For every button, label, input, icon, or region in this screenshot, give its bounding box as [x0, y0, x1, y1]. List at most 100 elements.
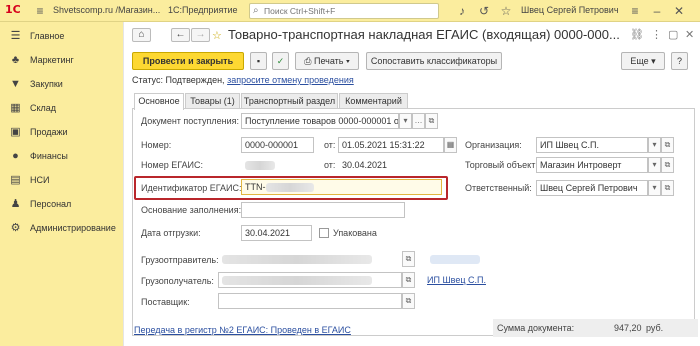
link-icon[interactable]: ⛓	[630, 28, 644, 41]
bell-icon[interactable]: ♪	[455, 4, 469, 18]
hamburger-icon[interactable]: ≡	[33, 4, 47, 18]
person-icon: ♟	[10, 198, 21, 210]
dropdown-icon[interactable]: ▾	[648, 137, 661, 153]
egais-id-field[interactable]: TTN-	[241, 179, 442, 195]
tab-goods[interactable]: Товары (1)	[185, 93, 240, 109]
minimize-icon[interactable]: –	[650, 4, 664, 18]
1c-logo-icon: 1С	[5, 3, 21, 16]
cancel-posting-link[interactable]: запросите отмену проведения	[227, 75, 354, 85]
number-label: Номер:	[141, 140, 172, 150]
post-icon[interactable]: ✓	[272, 52, 289, 70]
sidebar-item-purchases[interactable]: ▼ Закупки	[0, 73, 123, 97]
sidebar: ☰ Главное ♣ Маркетинг ▼ Закупки ▦ Склад …	[0, 22, 123, 346]
back-button[interactable]: ←	[171, 28, 190, 42]
sidebar-item-admin[interactable]: ⚙ Администрирование	[0, 217, 123, 241]
open-icon[interactable]: ⧉	[402, 272, 415, 288]
print-label: Печать	[313, 56, 344, 66]
sidebar-item-nsi[interactable]: ▤ НСИ	[0, 169, 123, 193]
cart-icon: ▼	[10, 78, 21, 90]
consignee-field[interactable]	[218, 272, 402, 288]
more-vertical-icon[interactable]: ⋮	[651, 28, 662, 41]
more-label: Еще	[630, 56, 649, 66]
tab-main[interactable]: Основное	[134, 93, 184, 110]
app-title: Shvetscomp.ru /Магазин...	[53, 5, 161, 15]
sidebar-item-warehouse[interactable]: ▦ Склад	[0, 97, 123, 121]
dropdown-icon[interactable]: ▾	[648, 180, 661, 196]
sidebar-item-main[interactable]: ☰ Главное	[0, 25, 123, 49]
sidebar-item-label: Продажи	[30, 127, 68, 137]
egais-date-field[interactable]: 30.04.2021	[338, 157, 444, 173]
help-button[interactable]: ?	[671, 52, 688, 70]
shipper-extra	[426, 251, 486, 267]
sidebar-item-marketing[interactable]: ♣ Маркетинг	[0, 49, 123, 73]
platform-title: 1С:Предприятие	[168, 5, 238, 15]
sidebar-item-sales[interactable]: ▣ Продажи	[0, 121, 123, 145]
egais-register-link[interactable]: Передача в регистр №2 ЕГАИС: Проведен в …	[134, 325, 351, 335]
favorite-star-icon[interactable]: ☆	[212, 29, 222, 42]
gear-icon: ⚙	[10, 222, 21, 234]
dropdown-icon[interactable]: ▾	[648, 157, 661, 173]
sidebar-item-label: Администрирование	[30, 223, 116, 233]
tab-transport[interactable]: Транспортный раздел	[241, 93, 338, 109]
ship-date-field[interactable]: 30.04.2021	[241, 225, 312, 241]
trade-object-field[interactable]: Магазин Интроверт	[536, 157, 648, 173]
dropdown-icon[interactable]: ▾	[399, 113, 412, 129]
maximize-icon[interactable]: ▢	[668, 28, 678, 41]
shipper-field[interactable]	[218, 251, 402, 267]
match-classifiers-button[interactable]: Сопоставить классификаторы	[366, 52, 502, 70]
basis-field[interactable]	[241, 202, 405, 218]
more-button[interactable]: Еще ▾	[621, 52, 665, 70]
open-icon[interactable]: ⧉	[661, 137, 674, 153]
select-icon[interactable]: …	[412, 113, 425, 129]
receipt-doc-field[interactable]: Поступление товаров 0000-000001 от	[241, 113, 399, 129]
date-field[interactable]: 01.05.2021 15:31:22	[338, 137, 444, 153]
trade-object-label: Торговый объект:	[465, 160, 538, 170]
sidebar-item-personnel[interactable]: ♟ Персонал	[0, 193, 123, 217]
close-icon[interactable]: ✕	[672, 4, 686, 18]
close-window-icon[interactable]: ✕	[685, 28, 694, 41]
sidebar-item-label: Финансы	[30, 151, 68, 161]
supplier-label: Поставщик:	[141, 297, 190, 307]
history-icon[interactable]: ↺	[477, 4, 491, 18]
sidebar-item-label: Маркетинг	[30, 55, 74, 65]
sidebar-item-finance[interactable]: ● Финансы	[0, 145, 123, 169]
tab-comment[interactable]: Комментарий	[339, 93, 408, 109]
ship-date-label: Дата отгрузки:	[141, 228, 201, 238]
sidebar-item-label: Склад	[30, 103, 57, 113]
basis-label: Основание заполнения:	[141, 205, 242, 215]
status-label: Статус:	[132, 75, 163, 85]
post-and-close-button[interactable]: Провести и закрыть	[132, 52, 244, 70]
supplier-field[interactable]	[218, 293, 402, 309]
open-icon[interactable]: ⧉	[425, 113, 438, 129]
print-button[interactable]: ⎙ Печать ▾	[295, 52, 359, 70]
open-icon[interactable]: ⧉	[402, 293, 415, 309]
open-icon[interactable]: ⧉	[402, 251, 415, 267]
calendar-icon[interactable]: ▦	[444, 137, 457, 153]
packed-checkbox[interactable]	[319, 228, 329, 238]
consignee-link[interactable]: ИП Швец С.П.	[427, 275, 486, 285]
settings-icon[interactable]: ≡	[628, 4, 642, 18]
egais-number-field[interactable]	[241, 157, 314, 173]
user-name[interactable]: Швец Сергей Петрович	[521, 5, 619, 15]
org-label: Организация:	[465, 140, 522, 150]
open-icon[interactable]: ⧉	[661, 157, 674, 173]
sidebar-item-label: НСИ	[30, 175, 50, 185]
star-icon[interactable]: ☆	[499, 4, 513, 18]
egais-from-label: от:	[324, 160, 336, 170]
search-box[interactable]: ⌕	[249, 3, 439, 19]
consignee-label: Грузополучатель:	[141, 276, 214, 286]
forward-button[interactable]: →	[191, 28, 210, 42]
org-field[interactable]: ИП Швец С.П.	[536, 137, 648, 153]
open-icon[interactable]: ⧉	[661, 180, 674, 196]
sidebar-item-label: Персонал	[30, 199, 72, 209]
sum-value: 947,20	[614, 323, 642, 333]
number-field[interactable]: 0000-000001	[241, 137, 314, 153]
responsible-field[interactable]: Швец Сергей Петрович	[536, 180, 648, 196]
warehouse-icon: ▦	[10, 102, 21, 114]
save-icon[interactable]: ▪	[250, 52, 267, 70]
home-icon[interactable]: ⌂	[132, 28, 151, 42]
egais-id-value: TTN-	[245, 182, 266, 192]
search-input[interactable]	[264, 5, 434, 17]
egais-number-label: Номер ЕГАИС:	[141, 160, 203, 170]
sum-label: Сумма документа:	[497, 323, 575, 333]
